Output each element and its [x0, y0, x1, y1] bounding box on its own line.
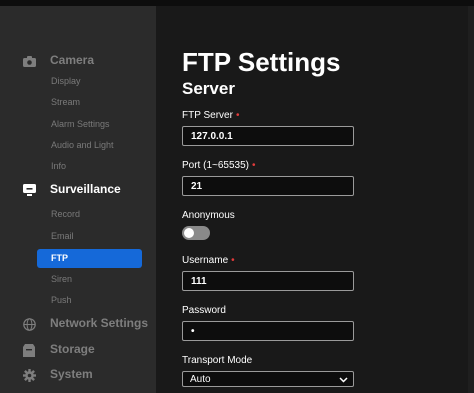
sidebar-item-record[interactable]: Record [37, 205, 142, 224]
port-input[interactable] [182, 176, 354, 196]
sidebar-item-label: Record [51, 209, 81, 219]
sidebar-group-label: Surveillance [50, 182, 121, 196]
sidebar-group-label: Storage [50, 342, 95, 356]
sidebar-item-siren[interactable]: Siren [37, 270, 142, 289]
sidebar-item-label: Info [51, 161, 67, 171]
anonymous-toggle[interactable] [182, 226, 210, 240]
sidebar-group-label: System [50, 367, 93, 381]
ftp-server-input[interactable] [182, 126, 354, 146]
gear-icon [22, 368, 36, 382]
sidebar-item-label: Alarm Settings [51, 119, 110, 129]
chevron-down-icon [339, 377, 348, 383]
password-input[interactable] [182, 321, 354, 341]
sidebar: Camera Display Stream Alarm Settings Aud… [0, 6, 156, 393]
username-input[interactable] [182, 271, 354, 291]
sidebar-item-label: Audio and Light [51, 140, 114, 150]
section-title: Server [182, 79, 235, 98]
ftp-server-label: FTP Server • [182, 110, 240, 121]
sidebar-item-label: FTP [51, 253, 68, 263]
required-marker: • [231, 255, 235, 266]
sidebar-group-system[interactable]: System [0, 364, 156, 386]
sidebar-item-label: Stream [51, 97, 81, 107]
page-title: FTP Settings [182, 47, 341, 77]
scrollbar[interactable] [468, 6, 474, 393]
required-marker: • [235, 110, 240, 121]
transport-mode-select[interactable]: Auto [182, 371, 354, 387]
transport-mode-value: Auto [190, 374, 211, 385]
camera-icon [22, 54, 36, 68]
anonymous-label: Anonymous [182, 210, 235, 221]
main-panel: FTP Settings Server FTP Server• Port (1~… [156, 6, 474, 393]
sidebar-item-stream[interactable]: Stream [37, 93, 142, 112]
sidebar-item-ftp[interactable]: FTP [37, 249, 142, 268]
sidebar-item-push[interactable]: Push [37, 291, 142, 310]
sidebar-group-camera[interactable]: Camera [0, 50, 156, 72]
sidebar-item-label: Display [51, 76, 81, 86]
sidebar-group-storage[interactable]: Storage [0, 339, 156, 361]
sidebar-item-email[interactable]: Email [37, 227, 142, 246]
password-label: Password [182, 305, 226, 316]
monitor-icon [22, 183, 36, 197]
sidebar-group-label: Camera [50, 53, 95, 67]
sidebar-item-label: Push [51, 295, 72, 305]
sidebar-item-label: Siren [51, 274, 73, 284]
sidebar-item-alarm-settings[interactable]: Alarm Settings [37, 115, 142, 134]
port-label: Port (1~65535) • [182, 160, 256, 171]
sidebar-item-display[interactable]: Display [37, 72, 142, 91]
transport-mode-label: Transport Mode [182, 355, 253, 366]
sidebar-group-label: Network Settings [50, 316, 149, 330]
globe-icon [22, 317, 36, 331]
storage-icon [22, 343, 36, 357]
sidebar-item-label: Email [51, 231, 74, 241]
sidebar-item-info[interactable]: Info [37, 157, 142, 176]
required-marker: • [252, 160, 256, 171]
sidebar-group-network-settings[interactable]: Network Settings [0, 313, 156, 335]
username-label: Username • [182, 255, 235, 266]
sidebar-item-audio-and-light[interactable]: Audio and Light [37, 136, 142, 155]
toggle-knob [184, 228, 194, 238]
sidebar-group-surveillance[interactable]: Surveillance [0, 179, 156, 201]
